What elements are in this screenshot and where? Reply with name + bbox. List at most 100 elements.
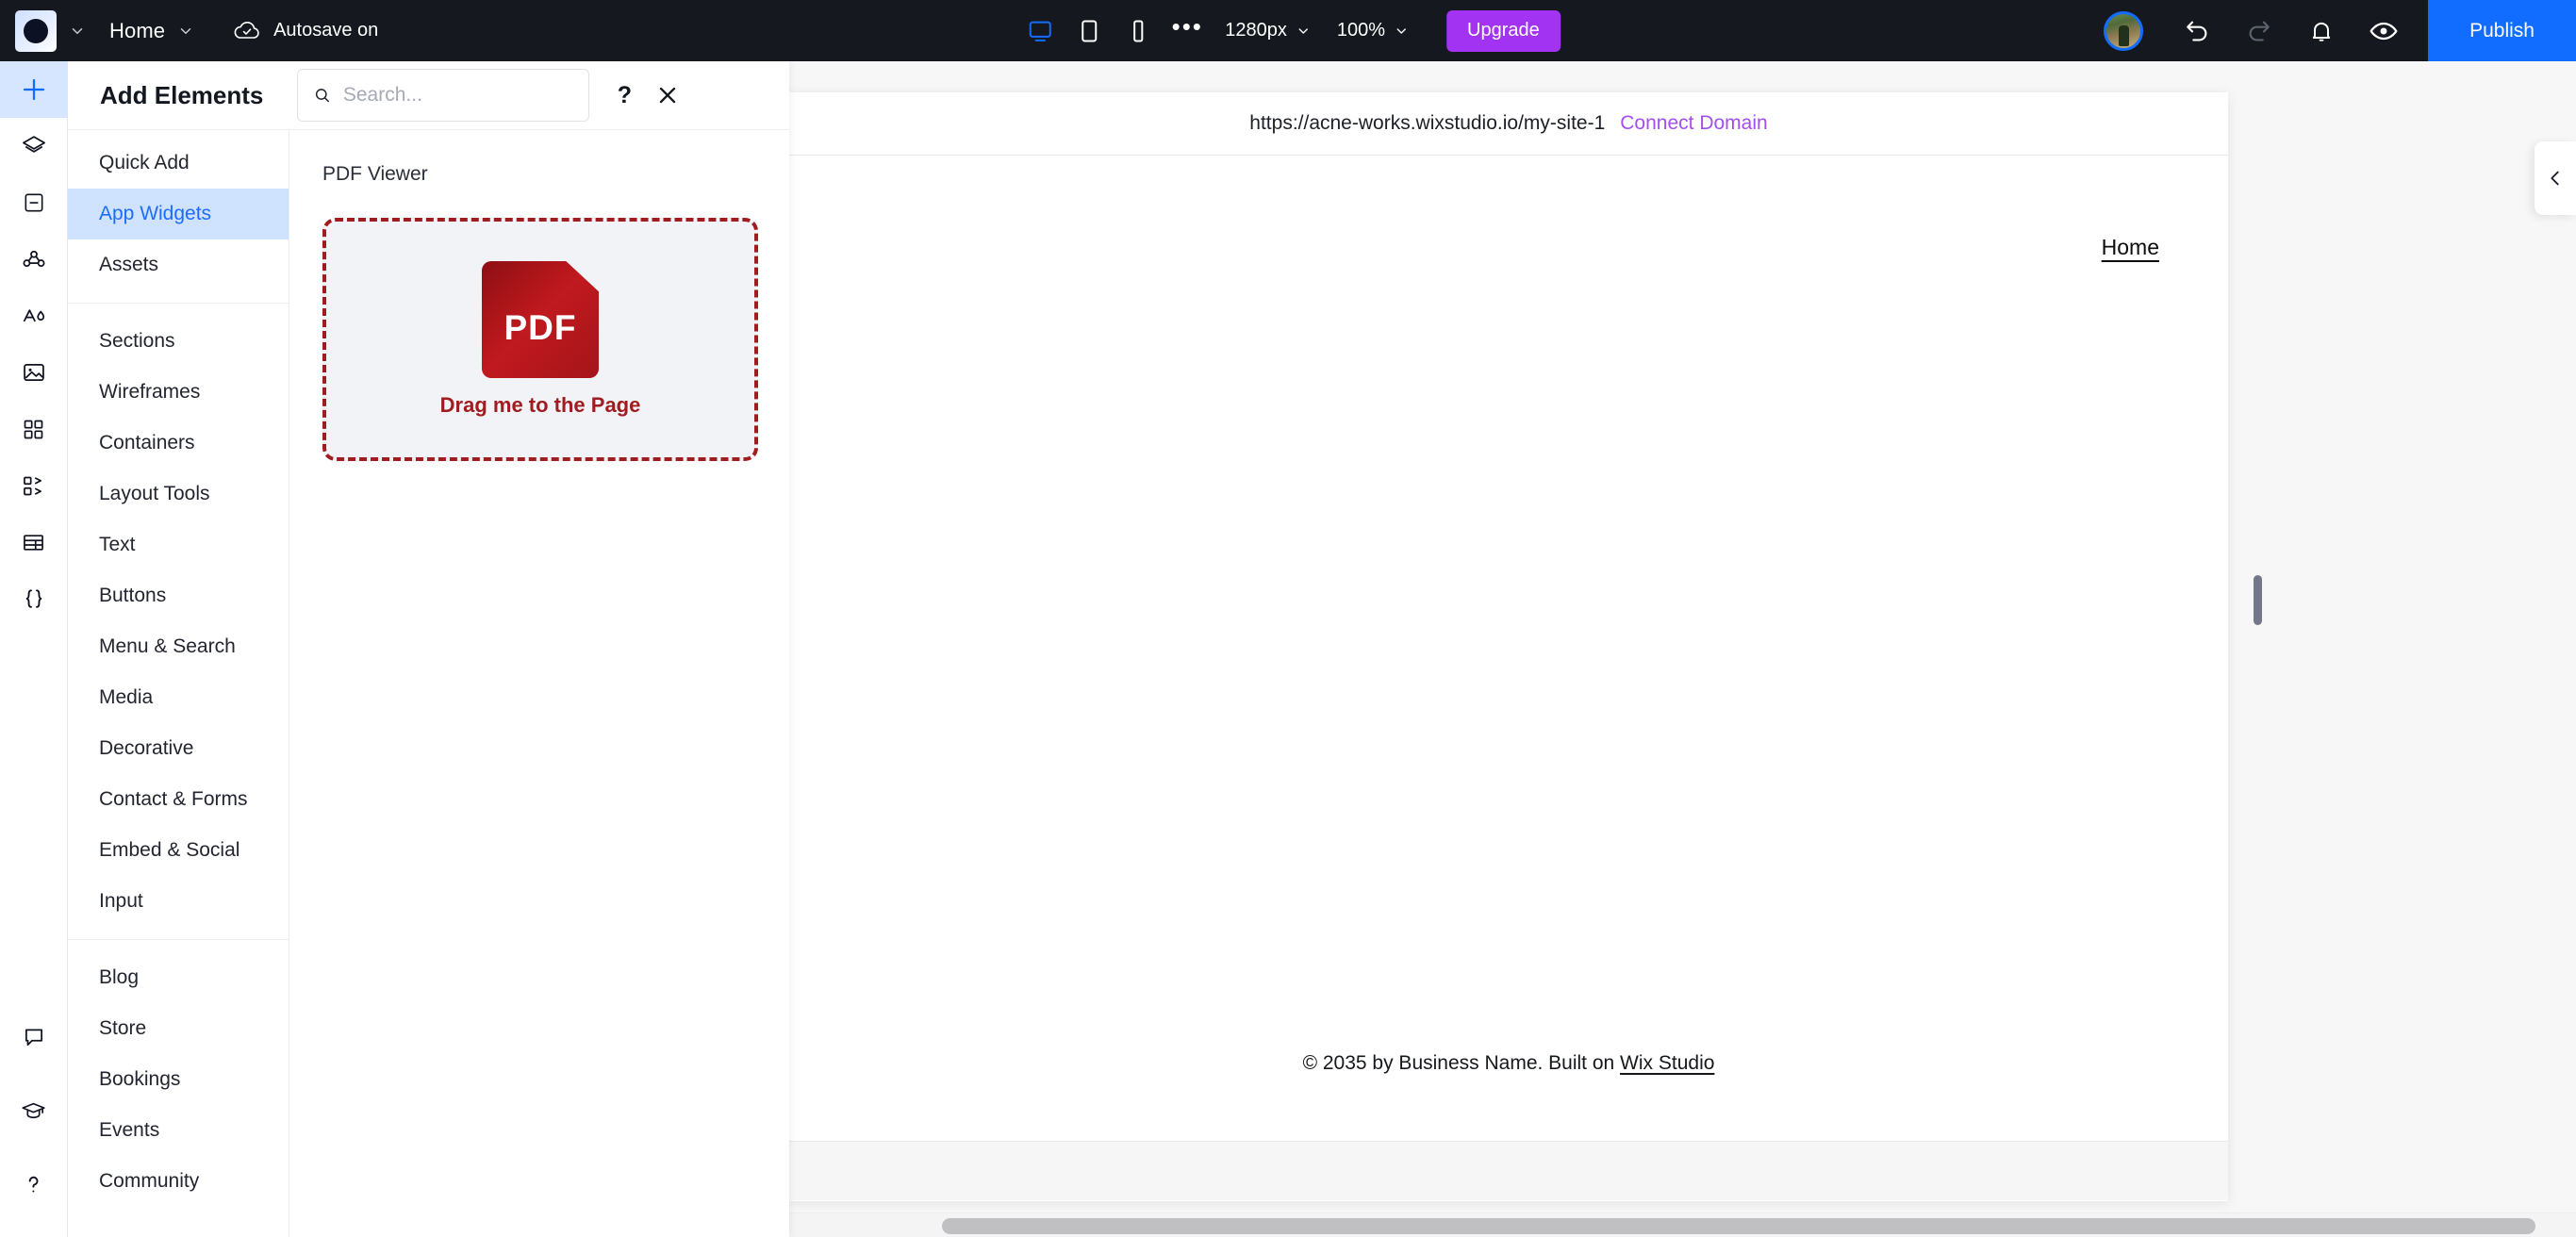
- toolbar-center-group: ••• 1280px 100% Upgrade: [1016, 0, 1560, 61]
- preview-button[interactable]: [2359, 7, 2408, 56]
- autosave-status: Autosave on: [233, 20, 378, 42]
- question-mark-icon: [28, 1176, 39, 1192]
- more-viewports-button[interactable]: •••: [1163, 7, 1212, 56]
- pages-rail-button[interactable]: [0, 174, 68, 231]
- category-assets[interactable]: Assets: [68, 239, 289, 290]
- zoom-selector[interactable]: 100%: [1324, 10, 1422, 52]
- table-icon: [24, 534, 43, 551]
- panel-title: Add Elements: [100, 80, 264, 109]
- mobile-viewport-button[interactable]: [1114, 7, 1163, 56]
- search-input[interactable]: [342, 84, 574, 107]
- apps-rail-button[interactable]: [0, 401, 68, 457]
- layers-rail-button[interactable]: [0, 118, 68, 174]
- canvas-horizontal-scrollbar-thumb[interactable]: [942, 1218, 2535, 1234]
- editor-canvas: https://acne-works.wixstudio.io/my-site-…: [789, 61, 2576, 1237]
- category-decorative[interactable]: Decorative: [68, 723, 289, 774]
- category-wireframes[interactable]: Wireframes: [68, 367, 289, 418]
- category-containers[interactable]: Containers: [68, 418, 289, 469]
- category-bookings[interactable]: Bookings: [68, 1054, 289, 1105]
- category-community[interactable]: Community: [68, 1156, 289, 1207]
- site-nav-home-link[interactable]: Home: [2102, 235, 2159, 260]
- tablet-icon: [1082, 20, 1098, 41]
- redo-button[interactable]: [2235, 7, 2284, 56]
- widget-results: PDF Viewer PDF Drag me to the Page: [289, 130, 789, 1237]
- site-menu-chevron-down-icon[interactable]: [66, 20, 89, 42]
- widget-title: PDF Viewer: [322, 163, 428, 185]
- chat-rail-button[interactable]: [0, 1009, 68, 1065]
- redo-icon: [2249, 21, 2270, 41]
- page-selector-chevron-down-icon[interactable]: [174, 20, 197, 42]
- search-field[interactable]: [297, 69, 590, 122]
- category-store[interactable]: Store: [68, 1003, 289, 1054]
- desktop-viewport-button[interactable]: [1016, 7, 1065, 56]
- category-list: Quick Add App Widgets Assets Sections Wi…: [68, 130, 289, 1237]
- category-menu-and-search[interactable]: Menu & Search: [68, 621, 289, 672]
- drag-hint-text: Drag me to the Page: [439, 393, 641, 417]
- grid-icon: [24, 420, 43, 438]
- category-blog[interactable]: Blog: [68, 952, 289, 1003]
- category-divider-2: [68, 939, 289, 940]
- pdf-icon-label: PDF: [504, 308, 577, 347]
- undo-button[interactable]: [2172, 7, 2221, 56]
- panel-body: Quick Add App Widgets Assets Sections Wi…: [68, 130, 789, 1237]
- footer-wix-studio-link[interactable]: Wix Studio: [1620, 1052, 1714, 1074]
- category-app-widgets[interactable]: App Widgets: [68, 189, 289, 239]
- automations-rail-button[interactable]: [0, 457, 68, 514]
- breakpoint-value: 1280px: [1225, 20, 1287, 41]
- footer-copyright-text: © 2035 by Business Name. Built on: [1302, 1052, 1621, 1074]
- site-stage: https://acne-works.wixstudio.io/my-site-…: [789, 92, 2228, 1201]
- pdf-viewer-widget-card[interactable]: PDF Drag me to the Page: [322, 218, 758, 461]
- eye-icon: [2370, 22, 2398, 40]
- nodes-icon: [23, 250, 44, 267]
- cms-rail-button[interactable]: [0, 231, 68, 288]
- bell-icon: [2312, 22, 2331, 41]
- site-header: Home: [789, 156, 2228, 264]
- learn-rail-button[interactable]: [0, 1082, 68, 1139]
- category-divider: [68, 303, 289, 304]
- chevron-down-icon: [1396, 27, 1406, 34]
- category-quick-add[interactable]: Quick Add: [68, 138, 289, 189]
- category-text[interactable]: Text: [68, 520, 289, 570]
- page-icon: [25, 193, 42, 212]
- autosave-label: Autosave on: [273, 20, 379, 41]
- tablet-viewport-button[interactable]: [1065, 7, 1114, 56]
- dev-mode-rail-button[interactable]: [0, 570, 68, 627]
- help-rail-button[interactable]: [0, 1156, 68, 1212]
- category-input[interactable]: Input: [68, 876, 289, 927]
- user-avatar[interactable]: [2104, 10, 2144, 51]
- publish-button[interactable]: Publish: [2428, 0, 2576, 61]
- site-preview: Home © 2035 by Business Name. Built on W…: [789, 156, 2228, 1142]
- panel-header: Add Elements ?: [68, 61, 789, 130]
- notifications-button[interactable]: [2297, 7, 2346, 56]
- wix-studio-editor: Home Autosave on ••• 1280px 100% Upgrade…: [0, 0, 2576, 1237]
- category-media[interactable]: Media: [68, 672, 289, 723]
- canvas-horizontal-scrollbar[interactable]: [789, 1212, 2576, 1237]
- plus-icon: [23, 78, 44, 101]
- media-rail-button[interactable]: [0, 344, 68, 401]
- upgrade-button[interactable]: Upgrade: [1446, 9, 1560, 52]
- site-styles-rail-button[interactable]: [0, 288, 68, 344]
- site-url-bar: https://acne-works.wixstudio.io/my-site-…: [789, 92, 2228, 156]
- collapse-panel-button[interactable]: [2535, 141, 2576, 215]
- code-braces-icon: [25, 589, 41, 608]
- category-layout-tools[interactable]: Layout Tools: [68, 469, 289, 520]
- panel-help-button[interactable]: ?: [610, 82, 638, 109]
- connect-domain-link[interactable]: Connect Domain: [1620, 112, 1767, 135]
- current-page-name[interactable]: Home: [109, 19, 165, 43]
- breakpoint-selector[interactable]: 1280px: [1212, 10, 1324, 52]
- flow-icon: [24, 476, 41, 495]
- category-buttons[interactable]: Buttons: [68, 570, 289, 621]
- zoom-value: 100%: [1336, 20, 1386, 41]
- tables-rail-button[interactable]: [0, 514, 68, 570]
- category-sections[interactable]: Sections: [68, 316, 289, 367]
- wix-logo-button[interactable]: [15, 9, 57, 52]
- chevron-left-icon: [2551, 171, 2559, 186]
- category-embed-and-social[interactable]: Embed & Social: [68, 825, 289, 876]
- mobile-icon: [1133, 20, 1144, 41]
- category-contact-and-forms[interactable]: Contact & Forms: [68, 774, 289, 825]
- panel-close-button[interactable]: [652, 79, 684, 111]
- canvas-vertical-scrollbar-thumb[interactable]: [2254, 575, 2262, 625]
- add-elements-rail-button[interactable]: [0, 61, 68, 118]
- category-events[interactable]: Events: [68, 1105, 289, 1156]
- layers-icon: [22, 136, 45, 153]
